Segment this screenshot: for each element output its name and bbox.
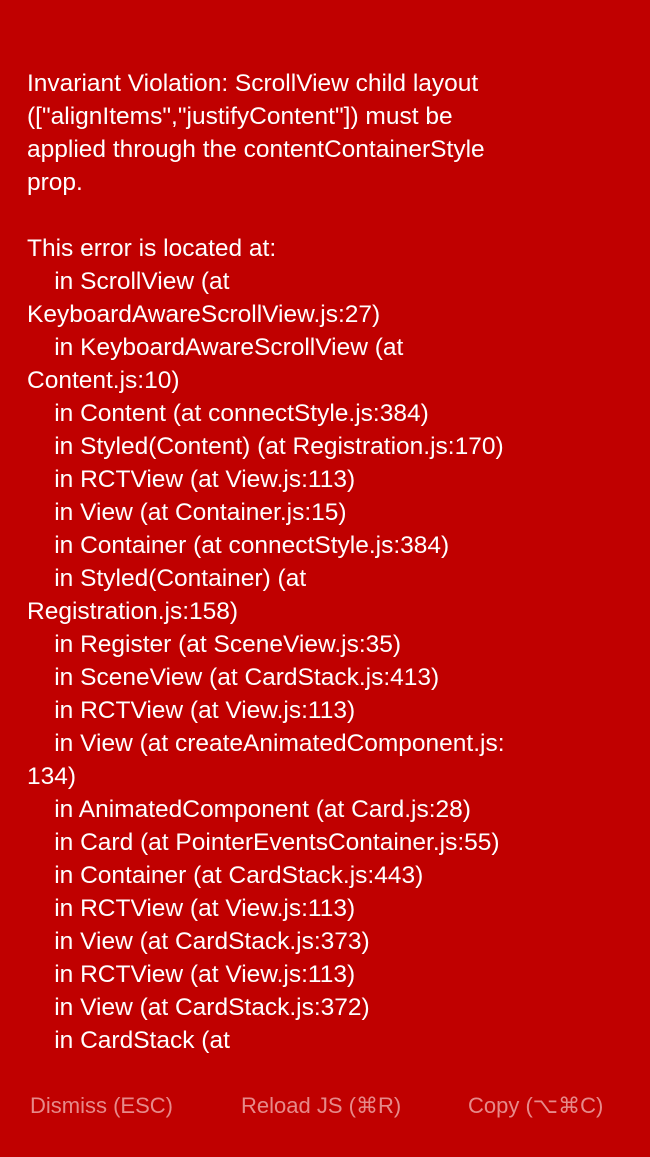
stack-trace-line: in View (at CardStack.js:373) [27, 928, 370, 955]
copy-button[interactable]: Copy (⌥⌘C) [468, 1090, 603, 1122]
redbox-toolbar: Dismiss (ESC) Reload JS (⌘R) Copy (⌥⌘C) [0, 1080, 650, 1132]
stack-trace-line: in ScrollView (at [27, 268, 230, 295]
stack-trace-line: KeyboardAwareScrollView.js:27) [27, 301, 381, 328]
error-message-line: prop. [27, 169, 83, 196]
stack-trace-line: in SceneView (at CardStack.js:413) [27, 664, 440, 691]
error-message-line: Invariant Violation: ScrollView child la… [27, 70, 479, 97]
stack-trace-line: in View (at createAnimatedComponent.js: [27, 730, 505, 757]
stack-trace-line: in View (at Container.js:15) [27, 499, 347, 526]
reload-js-button[interactable]: Reload JS (⌘R) [241, 1090, 401, 1122]
stack-trace-line: 134) [27, 763, 77, 790]
stack-trace-line: in RCTView (at View.js:113) [27, 961, 356, 988]
stack-trace-line: in Styled(Container) (at [27, 565, 307, 592]
stack-trace-line: in View (at CardStack.js:372) [27, 994, 370, 1021]
stack-trace-line: Content.js:10) [27, 367, 180, 394]
stack-trace-line: in Styled(Content) (at Registration.js:1… [27, 433, 504, 460]
stack-trace-line: in RCTView (at View.js:113) [27, 466, 356, 493]
stack-trace-line: in Content (at connectStyle.js:384) [27, 400, 429, 427]
stack-trace-line: Registration.js:158) [27, 598, 239, 625]
stack-trace-line: in RCTView (at View.js:113) [27, 895, 356, 922]
stack-trace-line: in RCTView (at View.js:113) [27, 697, 356, 724]
stack-trace-line: in Container (at connectStyle.js:384) [27, 532, 450, 559]
error-message-line: (["alignItems","justifyContent"]) must b… [27, 103, 453, 130]
stack-trace-line: in Register (at SceneView.js:35) [27, 631, 402, 658]
stack-trace-line: in AnimatedComponent (at Card.js:28) [27, 796, 471, 823]
stack-trace-line: in Container (at CardStack.js:443) [27, 862, 424, 889]
error-message-line: applied through the contentContainerStyl… [27, 136, 485, 163]
dismiss-button[interactable]: Dismiss (ESC) [30, 1090, 173, 1122]
stack-trace-line: in KeyboardAwareScrollView (at [27, 334, 404, 361]
stack-trace-heading: This error is located at: [27, 235, 277, 262]
stack-trace-line: in Card (at PointerEventsContainer.js:55… [27, 829, 500, 856]
error-message-scroll-area[interactable]: Invariant Violation: ScrollView child la… [0, 0, 650, 1057]
error-message: Invariant Violation: ScrollView child la… [27, 67, 627, 1057]
stack-trace-line: in CardStack (at [27, 1027, 230, 1054]
redbox-error-screen: Invariant Violation: ScrollView child la… [0, 0, 650, 1157]
